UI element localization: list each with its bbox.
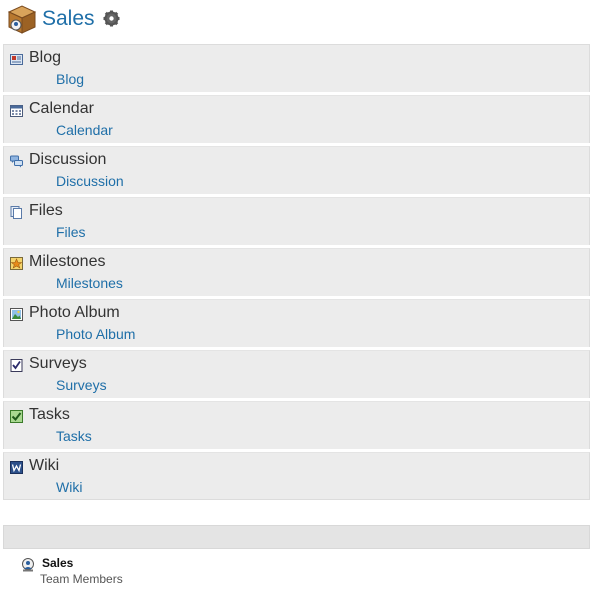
gear-icon[interactable]	[103, 10, 120, 27]
page-title: Sales	[42, 7, 95, 30]
section-milestones: Milestones Milestones	[3, 248, 590, 296]
link-tasks[interactable]: Tasks	[56, 427, 92, 445]
section-title-milestones: Milestones	[29, 253, 106, 270]
team-name[interactable]: Sales	[42, 556, 73, 570]
team-member-icon	[22, 558, 34, 572]
section-surveys: Surveys Surveys	[3, 350, 590, 398]
files-icon	[10, 206, 22, 219]
section-photo-album: Photo Album Photo Album	[3, 299, 590, 347]
section-blog: Blog Blog	[3, 44, 590, 92]
section-title-files: Files	[29, 202, 63, 219]
calendar-icon	[10, 105, 23, 117]
section-tasks: Tasks Tasks	[3, 401, 590, 449]
section-title-surveys: Surveys	[29, 355, 87, 372]
team-panel-header	[3, 525, 590, 549]
link-wiki[interactable]: Wiki	[56, 478, 82, 496]
milestones-icon	[10, 257, 23, 270]
link-photo-album[interactable]: Photo Album	[56, 325, 135, 343]
team-box-icon	[7, 5, 37, 34]
link-milestones[interactable]: Milestones	[56, 274, 123, 292]
blog-icon	[10, 54, 23, 65]
section-discussion: Discussion Discussion	[3, 146, 590, 194]
link-blog[interactable]: Blog	[56, 70, 84, 88]
link-calendar[interactable]: Calendar	[56, 121, 113, 139]
section-title-tasks: Tasks	[29, 406, 70, 423]
section-title-blog: Blog	[29, 49, 62, 66]
link-files[interactable]: Files	[56, 223, 86, 241]
team-members-label: Team Members	[40, 572, 123, 586]
surveys-icon	[10, 359, 23, 372]
wiki-icon	[10, 461, 23, 474]
section-title-photo-album: Photo Album	[29, 304, 120, 321]
section-calendar: Calendar Calendar	[3, 95, 590, 143]
page-header: Sales	[0, 0, 590, 44]
team-panel: Sales Team Members	[3, 549, 590, 596]
tasks-icon	[10, 410, 23, 423]
link-surveys[interactable]: Surveys	[56, 376, 107, 394]
section-title-discussion: Discussion	[29, 151, 107, 168]
tool-list: Blog Blog Calendar Calendar Discussion D…	[3, 44, 590, 503]
section-title-calendar: Calendar	[29, 100, 94, 117]
photo-album-icon	[10, 308, 23, 321]
discussion-icon	[10, 155, 23, 168]
link-discussion[interactable]: Discussion	[56, 172, 124, 190]
section-files: Files Files	[3, 197, 590, 245]
section-wiki: Wiki Wiki	[3, 452, 590, 500]
section-title-wiki: Wiki	[29, 457, 60, 474]
